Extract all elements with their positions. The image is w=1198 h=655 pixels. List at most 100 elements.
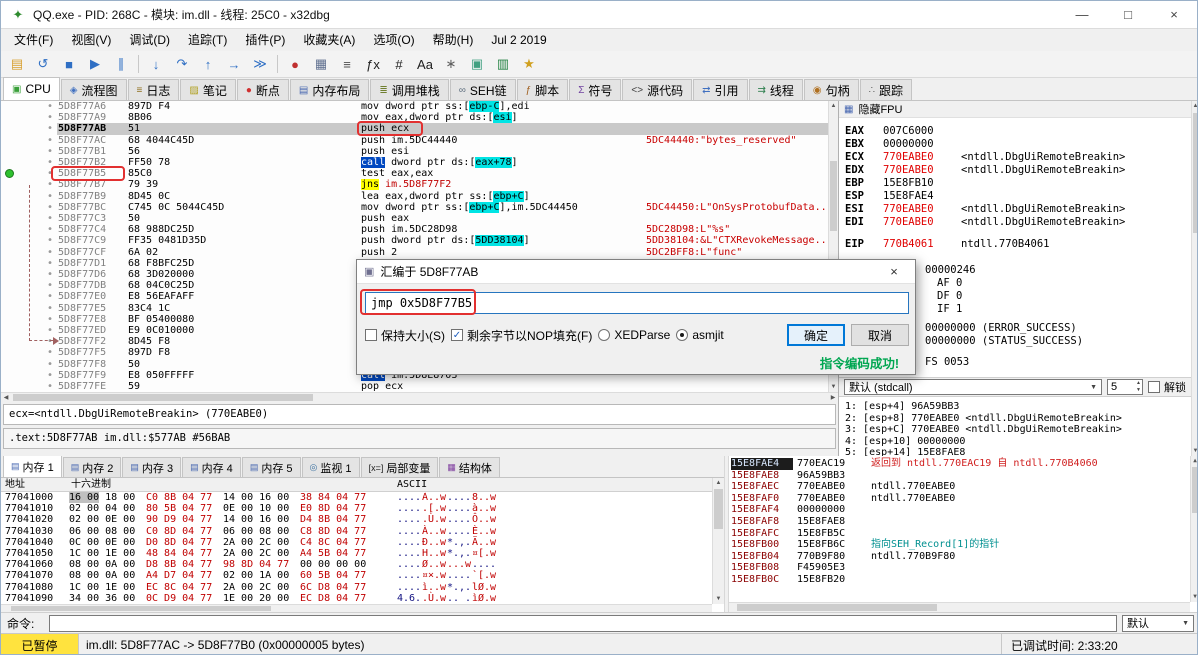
tab-cpu[interactable]: ▣ CPU [3,77,60,100]
dialog-close-icon[interactable]: × [880,264,908,279]
keep-size-checkbox[interactable]: 保持大小(S) [365,327,445,344]
register-ebx[interactable]: EBX 00000000 [845,138,961,150]
tab-threads[interactable]: ⇉ 线程 [748,79,803,100]
disasm-row[interactable]: • 5D8F77A6 897D F4 mov dword ptr ss:[ebp-C]… [1,101,828,113]
register-eax[interactable]: EAX 007C6000 [845,125,961,137]
asmjit-radio[interactable]: asmjit [676,328,724,342]
tab-memory-2[interactable]: ▤ 内存 2 [62,457,122,477]
ok-button[interactable]: 确定 [787,324,845,346]
argument-count-spinner[interactable]: 5 ▲ ▼ [1107,379,1143,395]
scroll-left-icon[interactable]: ◀ [1,393,11,403]
register-edx[interactable]: EDX 770EABE0 <ntdll.DbgUiRemoteBreakin> [845,164,1125,176]
stack-row[interactable]: 15E8FAF8 15E8FAE8 [729,516,1197,528]
tab-memory-4[interactable]: ▤ 内存 4 [182,457,241,477]
open-file-icon[interactable]: ▤ [5,53,29,75]
stop-icon[interactable]: ■ [57,53,81,75]
cancel-button[interactable]: 取消 [851,324,909,346]
tab-script[interactable]: ƒ 脚本 [516,79,569,100]
scroll-down-icon[interactable]: ▼ [1191,592,1197,602]
disasm-row[interactable]: • 5D8F77B7 79 39 jns im.5D8F77F2 [1,179,828,191]
step-into-icon[interactable]: ↓ [144,53,168,75]
breakpoints-icon[interactable]: ● [283,53,307,75]
font-icon[interactable]: Aa [413,53,437,75]
minimize-button[interactable]: — [1059,1,1105,28]
menu-help[interactable]: 帮助(H) [424,30,483,50]
pause-icon[interactable]: ∥ [109,53,133,75]
tab-memory-1[interactable]: ▤ 内存 1 [3,456,62,477]
log-icon[interactable]: ≡ [335,53,359,75]
menu-options[interactable]: 选项(O) [364,30,423,50]
command-input[interactable] [49,614,1117,632]
scroll-thumb[interactable] [13,394,313,401]
tab-breakpoints[interactable]: ● 断点 [236,79,289,100]
scroll-up-icon[interactable]: ▲ [1191,456,1197,466]
disasm-row[interactable]: • 5D8F77B1 56 push esi [1,146,828,158]
tab-notes[interactable]: ▨ 笔记 [180,79,236,100]
disasm-row[interactable]: • 5D8F77B5 85C0 test eax,eax [1,168,828,180]
tab-symbols[interactable]: Σ 符号 [569,79,622,100]
disasm-row[interactable]: • 5D8F77B9 8D45 0C lea eax,dword ptr ss:[eb… [1,190,828,203]
step-out-icon[interactable]: ↑ [196,53,220,75]
scroll-thumb[interactable] [714,489,723,529]
disasm-row[interactable]: • 5D8F77CF 6A 02 push 2 5DC2BFF8:L"func" [1,247,828,259]
dump-hscrollbar[interactable] [1,604,712,612]
tab-references[interactable]: ⇄ 引用 [693,79,748,100]
scroll-thumb[interactable] [1192,467,1197,513]
scroll-up-icon[interactable]: ▲ [829,101,838,111]
tab-log[interactable]: ≡ 日志 [127,79,180,100]
scroll-up-icon[interactable]: ▲ [713,478,724,488]
scroll-up-icon[interactable]: ▲ [1192,101,1197,111]
tab-seh[interactable]: ∞ SEH链 [449,79,516,100]
help-book-icon[interactable]: ▥ [491,53,515,75]
menu-favourites[interactable]: 收藏夹(A) [294,30,364,50]
stack-row[interactable]: 15E8FB08 F45905E3 [729,562,1197,574]
stack-vscrollbar[interactable]: ▲ ▼ [1190,456,1197,602]
argument-row[interactable]: 1: [esp+4] 96A59BB3 [845,401,959,412]
stack-row[interactable]: 15E8FB04 770B9F80 ntdll.770B9F80 [729,551,1197,563]
tab-trace[interactable]: ∴ 跟踪 [859,79,913,100]
argument-row[interactable]: 3: [esp+C] 770EABE0 <ntdll.DbgUiRemoteBr… [845,424,1122,435]
register-esp[interactable]: ESP 15E8FAE4 [845,190,961,202]
scroll-down-icon[interactable]: ▼ [829,382,838,392]
stack-row[interactable]: 15E8FAE8 96A59BB3 [729,470,1197,482]
scroll-down-icon[interactable]: ▼ [713,594,724,604]
calculator-icon[interactable]: # [387,53,411,75]
run-icon[interactable]: ▶ [83,53,107,75]
disasm-row[interactable]: • 5D8F77C4 68 988DC25D push im.5DC28D98 5DC2… [1,224,828,236]
dump-vscrollbar[interactable]: ▲ ▼ [712,478,724,604]
register-eip[interactable]: EIP 770B4061 ntdll.770B4061 [845,238,1050,250]
register-ebp[interactable]: EBP 15E8FB10 [845,177,961,189]
stack-hscrollbar[interactable] [729,602,1190,612]
dump-row[interactable]: 77041030 06 00 08 00 C0 8D 04 77 06 00 08 0… [1,526,712,537]
register-esi[interactable]: ESI 770EABE0 <ntdll.DbgUiRemoteBreakin> [845,203,1125,215]
stack-row[interactable]: 15E8FAEC 770EABE0 ntdll.770EABE0 [729,481,1197,493]
dump-row[interactable]: 77041090 34 00 36 00 0C D9 04 77 1E 00 20 0… [1,593,712,604]
disasm-row[interactable]: • 5D8F77C9 FF35 0481D35D push dword ptr ds:… [1,235,828,247]
spinner-arrows-icon[interactable]: ▲ ▼ [1136,380,1141,394]
dump-row[interactable]: 77041000 16 00 18 00 C0 8B 04 77 14 00 16 0… [1,492,712,503]
close-button[interactable]: × [1151,1,1197,28]
scroll-thumb[interactable] [1193,113,1197,233]
favourites-star-icon[interactable]: ★ [517,53,541,75]
stack-row[interactable]: 15E8FAFC 15E8FB5C [729,528,1197,540]
scroll-thumb[interactable] [830,161,837,231]
stack-row[interactable]: 15E8FB0C 15E8FB20 [729,574,1197,586]
tab-memory-3[interactable]: ▤ 内存 3 [122,457,182,477]
tab-memory-map[interactable]: ▤ 内存布局 [289,79,370,100]
memory-map-icon[interactable]: ▦ [309,53,333,75]
scroll-down-icon[interactable]: ▼ [1192,446,1197,456]
tab-memory-5[interactable]: ▤ 内存 5 [241,457,301,477]
tab-locals[interactable]: [x=] 局部变量 [360,457,439,477]
menu-trace[interactable]: 追踪(T) [179,30,236,50]
stack-row[interactable]: 15E8FAF0 770EABE0 ntdll.770EABE0 [729,493,1197,505]
argument-row[interactable]: 2: [esp+8] 770EABE0 <ntdll.DbgUiRemoteBr… [845,413,1122,424]
calling-convention-select[interactable]: 默认 (stdcall) ▼ [844,379,1102,395]
disasm-row[interactable]: • 5D8F77BC C745 0C 5044C45D mov dword ptr s… [1,201,828,214]
disasm-row[interactable]: • 5D8F77B2 FF50 78 call dword ptr ds:[eax+7… [1,157,828,169]
tab-struct[interactable]: ▦ 结构体 [439,457,500,477]
dump-row[interactable]: 77041020 02 00 0E 00 90 D9 04 77 14 00 16 0… [1,514,712,525]
step-over-icon[interactable]: ↷ [170,53,194,75]
menu-file[interactable]: 文件(F) [5,30,62,50]
disasm-hscrollbar[interactable]: ◀ ▶ [1,392,838,402]
dump-row[interactable]: 77041010 02 00 04 00 80 5B 04 77 0E 00 10 0… [1,503,712,514]
